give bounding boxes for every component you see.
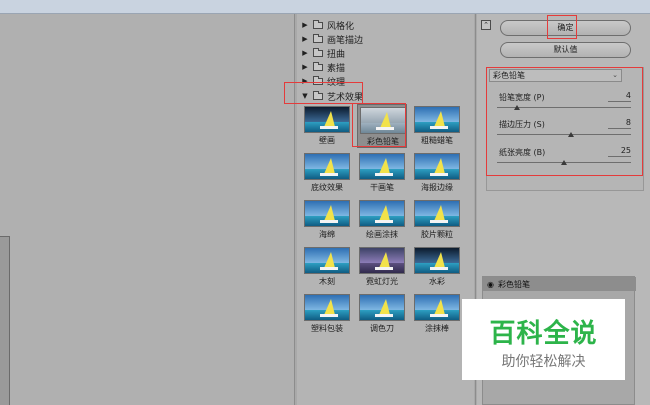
- paper-brightness-input[interactable]: 25: [608, 146, 631, 157]
- filter-label: 水彩: [429, 277, 445, 286]
- filter-thumb[interactable]: 水彩: [412, 245, 462, 289]
- watermark-title: 百科全说: [489, 319, 598, 349]
- expand-triangle-icon[interactable]: ▶: [301, 49, 309, 57]
- category-label: 扭曲: [327, 49, 346, 60]
- filter-thumb[interactable]: 海报边缘: [412, 151, 462, 195]
- stroke-pressure-input[interactable]: 8: [608, 118, 631, 129]
- filter-thumb[interactable]: 干画笔: [357, 151, 407, 195]
- ok-button[interactable]: 确定: [500, 20, 631, 36]
- param-label: 铅笔宽度 (P): [499, 93, 545, 102]
- param-label: 描边压力 (S): [499, 120, 545, 129]
- folder-icon: [313, 47, 323, 57]
- filter-label: 木刻: [319, 277, 335, 286]
- stroke-pressure-slider[interactable]: [497, 134, 631, 135]
- filter-label: 海报边缘: [421, 183, 453, 192]
- filter-preview-image: [359, 294, 405, 321]
- pencil-width-input[interactable]: 4: [608, 91, 631, 102]
- collapse-triangle-icon[interactable]: ▼: [301, 92, 309, 100]
- filter-thumb[interactable]: 绘画涂抹: [357, 198, 407, 242]
- filter-preview-image: [359, 247, 405, 274]
- category-label: 纹理: [327, 77, 346, 88]
- filter-preview-image: [414, 294, 460, 321]
- folder-icon: [313, 90, 323, 100]
- filter-thumb[interactable]: 涂抹棒: [412, 292, 462, 336]
- preview-image: [0, 236, 10, 405]
- folder-icon: [313, 19, 323, 29]
- effect-layer-row[interactable]: ◉ 彩色铅笔: [483, 277, 636, 291]
- filter-preview-image: [359, 200, 405, 227]
- filter-select[interactable]: 彩色铅笔 ⌄: [489, 69, 622, 82]
- filter-label: 海绵: [319, 230, 335, 239]
- filter-label: 霓虹灯光: [366, 277, 398, 286]
- slider-thumb-icon[interactable]: [514, 105, 521, 110]
- watermark-logo: 百科全说 助你轻松解决: [462, 299, 625, 380]
- watermark-subtitle: 助你轻松解决: [501, 354, 586, 370]
- category-label: 素描: [327, 63, 346, 74]
- panel-divider[interactable]: [294, 14, 295, 405]
- default-button[interactable]: 默认值: [500, 42, 631, 58]
- collapse-gallery-icon[interactable]: ⌃: [481, 20, 491, 30]
- filter-preview-image: [304, 153, 350, 180]
- filter-label: 胶片颗粒: [421, 230, 453, 239]
- filter-preview-image: [414, 200, 460, 227]
- filter-label: 壁画: [319, 136, 335, 145]
- slider-thumb-icon[interactable]: [561, 160, 567, 165]
- folder-icon: [313, 61, 323, 71]
- filter-select-value: 彩色铅笔: [493, 71, 525, 80]
- filter-preview-image: [304, 247, 350, 274]
- category-distort[interactable]: ▶ 扭曲: [301, 46, 345, 60]
- expand-triangle-icon[interactable]: ▶: [301, 21, 309, 29]
- filter-label: 粗糙蜡笔: [421, 136, 453, 145]
- category-label: 画笔描边: [327, 35, 364, 46]
- filter-thumb[interactable]: 霓虹灯光: [357, 245, 407, 289]
- filter-label: 底纹效果: [311, 183, 343, 192]
- filter-gallery: ▶ 风格化 ▶ 画笔描边 ▶ 扭曲 ▶ 素描 ▶ 纹理 ▼ 艺术效果 壁画 彩色…: [297, 14, 474, 405]
- category-brush-strokes[interactable]: ▶ 画笔描边: [301, 32, 363, 46]
- category-label: 风格化: [327, 21, 355, 32]
- param-label: 纸张亮度 (B): [499, 148, 546, 157]
- filter-label: 涂抹棒: [425, 324, 449, 333]
- slider-thumb-icon[interactable]: [567, 132, 574, 137]
- filter-label: 彩色铅笔: [367, 137, 399, 146]
- expand-triangle-icon[interactable]: ▶: [301, 77, 309, 85]
- filter-thumb[interactable]: 胶片颗粒: [412, 198, 462, 242]
- filter-thumb[interactable]: 海绵: [302, 198, 352, 242]
- filter-preview-image: [360, 107, 406, 134]
- filter-thumb[interactable]: 粗糙蜡笔: [412, 104, 462, 148]
- chevron-down-icon: ⌄: [612, 71, 618, 79]
- folder-icon: [313, 33, 323, 43]
- filter-preview-image: [304, 200, 350, 227]
- category-label: 艺术效果: [327, 92, 364, 103]
- filter-preview-image: [414, 247, 460, 274]
- category-texture[interactable]: ▶ 纹理: [301, 74, 345, 88]
- eye-icon[interactable]: ◉: [487, 280, 494, 289]
- filter-thumb[interactable]: 塑料包装: [302, 292, 352, 336]
- filter-label: 塑料包装: [311, 324, 343, 333]
- effect-layer-label: 彩色铅笔: [497, 279, 530, 289]
- preview-area[interactable]: [0, 14, 294, 405]
- folder-icon: [313, 75, 323, 85]
- filter-thumb[interactable]: 调色刀: [357, 292, 407, 336]
- filter-preview-image: [359, 153, 405, 180]
- category-stylize[interactable]: ▶ 风格化: [301, 18, 354, 32]
- filter-preview-image: [304, 106, 350, 133]
- filter-label: 调色刀: [370, 324, 394, 333]
- filter-preview-image: [414, 106, 460, 133]
- filter-preview-image: [414, 153, 460, 180]
- filter-thumb[interactable]: 木刻: [302, 245, 352, 289]
- filter-thumb[interactable]: 底纹效果: [302, 151, 352, 195]
- expand-triangle-icon[interactable]: ▶: [301, 63, 309, 71]
- filter-thumb[interactable]: 彩色铅笔: [357, 104, 407, 148]
- expand-triangle-icon[interactable]: ▶: [301, 35, 309, 43]
- filter-label: 绘画涂抹: [366, 230, 398, 239]
- filter-preview-image: [304, 294, 350, 321]
- window-title-bar: [0, 0, 650, 14]
- filter-thumb[interactable]: 壁画: [302, 104, 352, 148]
- category-sketch[interactable]: ▶ 素描: [301, 60, 345, 74]
- category-artistic[interactable]: ▼ 艺术效果: [301, 89, 363, 103]
- filter-label: 干画笔: [370, 183, 394, 192]
